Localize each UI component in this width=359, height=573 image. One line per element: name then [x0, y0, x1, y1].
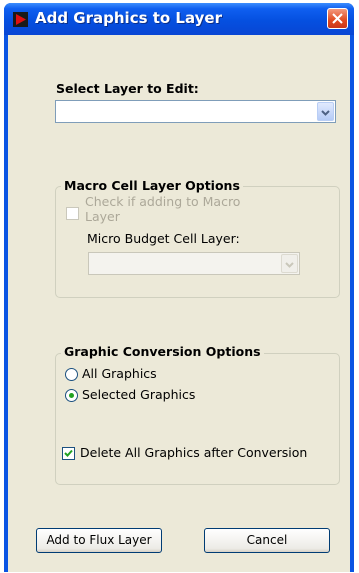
macro-group-title: Macro Cell Layer Options [61, 178, 243, 193]
delete-graphics-label: Delete All Graphics after Conversion [80, 445, 308, 460]
macro-checkbox-label-line1: Check if adding to Macro [85, 194, 241, 209]
select-layer-label: Select Layer to Edit: [56, 81, 199, 96]
title-bar[interactable]: Add Graphics to Layer [4, 3, 354, 35]
micro-budget-dropdown[interactable] [88, 252, 300, 275]
macro-checkbox-label-line2: Layer [85, 209, 120, 224]
radio-selected-graphics-label: Selected Graphics [82, 387, 196, 402]
close-button[interactable] [327, 8, 348, 29]
radio-all-graphics-label: All Graphics [82, 366, 157, 381]
dialog-window: Add Graphics to Layer Select Layer to Ed… [4, 3, 354, 572]
micro-dropdown-arrow[interactable] [281, 254, 298, 273]
dialog-body: Select Layer to Edit: Macro Cell Layer O… [8, 35, 350, 572]
chevron-down-icon [321, 110, 330, 116]
checkmark-icon [64, 449, 73, 457]
dropdown-arrow-button[interactable] [317, 102, 334, 121]
select-layer-dropdown[interactable] [55, 100, 336, 123]
radio-all-graphics[interactable] [65, 368, 78, 381]
delete-graphics-checkbox[interactable] [62, 447, 75, 460]
macro-layer-checkbox[interactable] [66, 207, 79, 220]
window-title: Add Graphics to Layer [35, 9, 223, 27]
add-to-flux-layer-button[interactable]: Add to Flux Layer [36, 528, 162, 553]
chevron-down-icon [285, 262, 294, 268]
micro-budget-label: Micro Budget Cell Layer: [87, 231, 240, 246]
radio-selected-dot [69, 393, 74, 398]
app-icon [13, 12, 28, 27]
radio-selected-graphics[interactable] [65, 389, 78, 402]
close-icon [332, 13, 343, 24]
conversion-group-title: Graphic Conversion Options [61, 344, 264, 359]
cancel-button[interactable]: Cancel [204, 528, 330, 553]
